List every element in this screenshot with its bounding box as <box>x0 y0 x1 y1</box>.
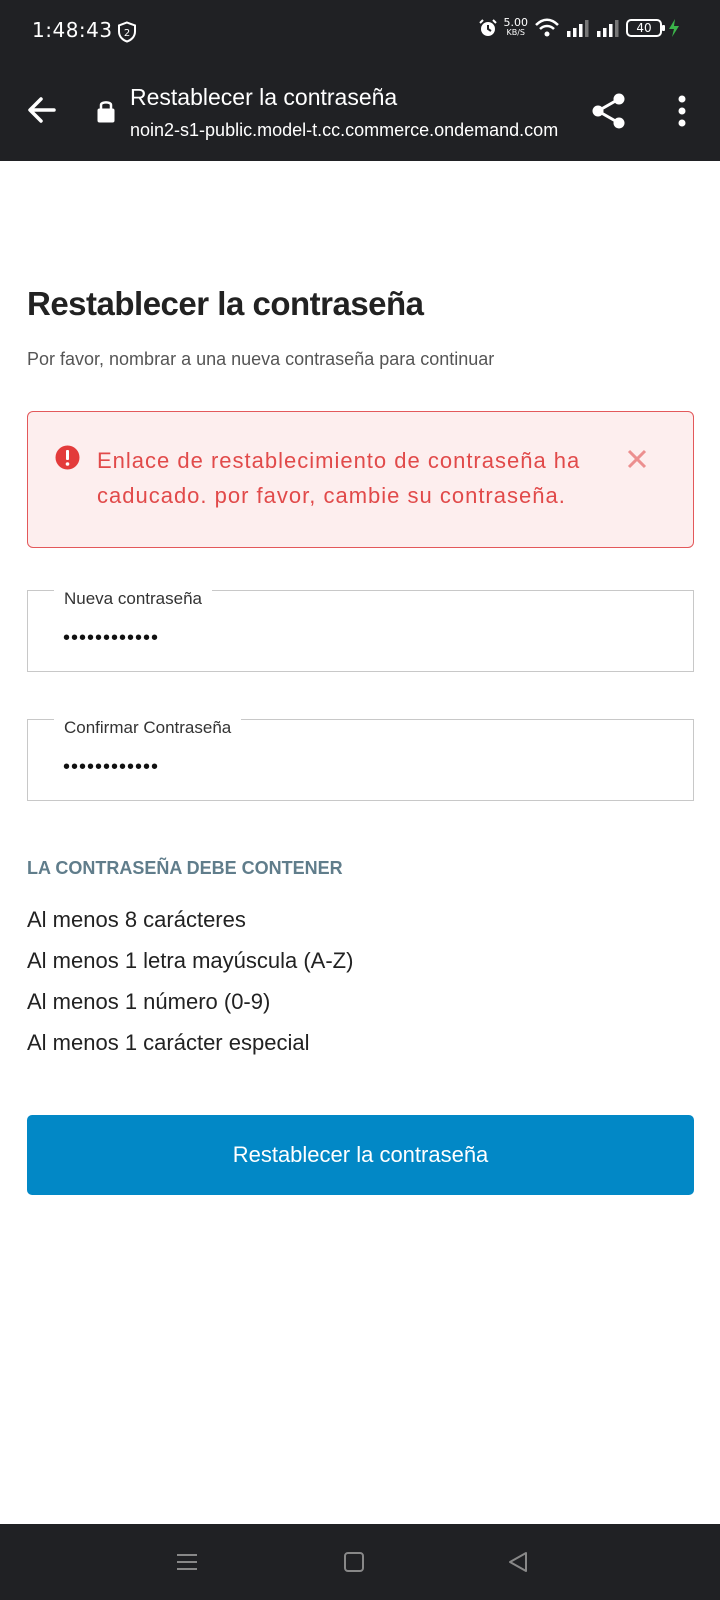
status-bar: 1:48:43 2 5.00 KB/S 40 <box>0 0 720 62</box>
page-title: Restablecer la contraseña <box>27 285 424 322</box>
charging-icon <box>669 19 679 37</box>
new-password-input[interactable]: •••••••••••• <box>63 627 159 650</box>
net-speed-unit: KB/S <box>506 28 525 37</box>
new-password-label: Nueva contraseña <box>54 589 212 609</box>
browser-toolbar: Restablecer la contraseña noin2-s1-publi… <box>0 62 720 161</box>
reset-password-button[interactable]: Restablecer la contraseña <box>27 1115 694 1195</box>
confirm-password-label: Confirmar Contraseña <box>54 718 242 738</box>
toolbar-url[interactable]: noin2-s1-public.model-t.cc.commerce.onde… <box>130 120 560 141</box>
close-icon[interactable] <box>626 448 648 470</box>
battery-level: 40 <box>626 19 665 37</box>
status-indicators: 5.00 KB/S 40 <box>478 17 681 38</box>
svg-text:2: 2 <box>124 28 130 39</box>
shield-icon: 2 <box>118 21 136 43</box>
recents-icon[interactable] <box>169 1544 205 1580</box>
more-vert-icon[interactable] <box>668 90 696 132</box>
requirements-list: Al menos 8 carácteres Al menos 1 letra m… <box>27 899 353 1063</box>
alert-message: Enlace de restablecimiento de contraseña… <box>97 448 581 508</box>
back-arrow-icon[interactable] <box>22 90 62 130</box>
signal-icon <box>567 20 589 37</box>
nav-back-icon[interactable] <box>500 1544 536 1580</box>
page-subtitle: Por favor, nombrar a una nueva contraseñ… <box>27 349 495 369</box>
requirement-item: Al menos 1 número (0-9) <box>27 989 271 1014</box>
error-alert: Enlace de restablecimiento de contraseña… <box>27 411 694 548</box>
confirm-password-input[interactable]: •••••••••••• <box>63 756 159 779</box>
lock-icon[interactable] <box>96 98 116 124</box>
status-time: 1:48:43 <box>32 18 113 42</box>
confirm-password-field[interactable]: Confirmar Contraseña •••••••••••• <box>27 718 694 801</box>
requirement-item: Al menos 1 carácter especial <box>27 1030 310 1055</box>
toolbar-page-title[interactable]: Restablecer la contraseña <box>130 84 397 111</box>
new-password-field[interactable]: Nueva contraseña •••••••••••• <box>27 589 694 672</box>
signal-icon-2 <box>597 20 619 37</box>
net-speed: 5.00 KB/S <box>504 17 529 38</box>
alarm-icon <box>478 19 497 36</box>
share-icon[interactable] <box>588 90 630 132</box>
wifi-icon <box>535 18 559 37</box>
home-icon[interactable] <box>336 1544 372 1580</box>
requirements-heading: LA CONTRASEÑA DEBE CONTENER <box>27 858 343 878</box>
system-nav-bar <box>0 1524 720 1600</box>
requirement-item: Al menos 8 carácteres <box>27 907 246 932</box>
error-icon <box>55 445 80 470</box>
requirement-item: Al menos 1 letra mayúscula (A-Z) <box>27 948 354 973</box>
